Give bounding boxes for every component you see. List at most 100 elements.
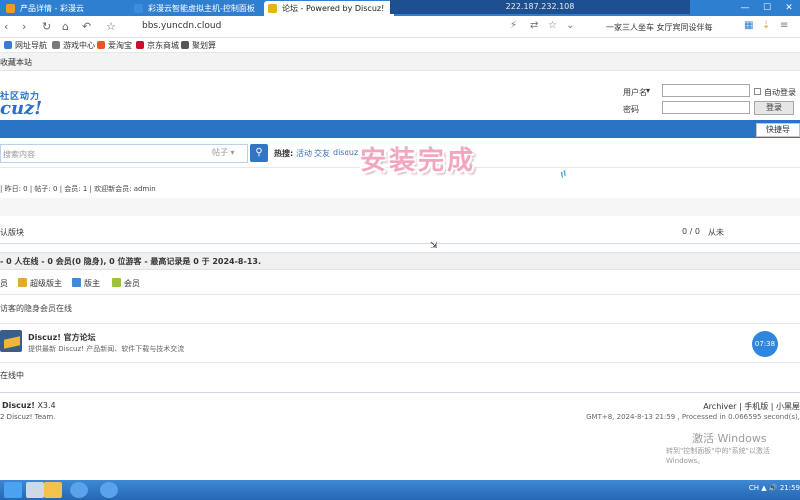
maximize-button[interactable]: ☐ xyxy=(756,0,778,16)
password-label: 密码 xyxy=(623,105,639,114)
login-button[interactable]: 登录 xyxy=(754,101,794,115)
menu-icon[interactable]: ≡ xyxy=(780,20,788,31)
bookmark-label: 爱淘宝 xyxy=(108,41,132,50)
forum-logo-icon[interactable] xyxy=(0,330,22,352)
bookmark-icon xyxy=(52,41,60,49)
tab-title: 产品详情 - 彩漫云 xyxy=(20,4,84,13)
favorite-icon[interactable]: ☆ xyxy=(106,20,116,34)
search-text: 一家三人坐车 女厅宾同设伴每 xyxy=(606,23,713,32)
extensions-icon[interactable]: ▦ xyxy=(744,20,753,31)
search-icon: ⚲ xyxy=(255,147,263,158)
window-controls: — ☐ ✕ xyxy=(734,0,800,16)
username-input[interactable] xyxy=(662,84,750,97)
bookmark-jd[interactable]: 京东商城 xyxy=(136,40,179,51)
username-label: 用户名 xyxy=(623,88,647,97)
minimize-button[interactable]: — xyxy=(734,0,756,16)
checkbox-icon xyxy=(754,88,761,95)
browser-taskbar-icon[interactable] xyxy=(70,482,88,498)
tab-product-detail[interactable]: 产品详情 - 彩漫云 xyxy=(2,1,122,16)
url-input[interactable]: bbs.yuncdn.cloud xyxy=(134,19,504,35)
main-nav-bar xyxy=(0,120,800,138)
remote-ip: 222.187.232.108 xyxy=(505,2,575,11)
forum-name-link[interactable]: Discuz! 官方论坛 xyxy=(28,332,96,343)
footer-team: 2 Discuz! Team. xyxy=(0,413,56,421)
bookmark-nav[interactable]: 网址导航 xyxy=(4,40,47,51)
resize-cursor-icon: ⇲ xyxy=(430,241,438,251)
bookmark-label: 京东商城 xyxy=(147,41,179,50)
role-member: 会员 xyxy=(112,278,140,289)
section-count: 0 / 0 xyxy=(682,227,700,236)
online-list-link[interactable]: 在线中 xyxy=(0,370,24,381)
logo[interactable]: cuz! xyxy=(0,98,42,119)
role-super-moderator: 超级版主 xyxy=(18,278,62,289)
role-moderator: 版主 xyxy=(72,278,100,289)
tab-favicon-icon xyxy=(268,4,277,13)
tab-control-panel[interactable]: 彩漫云智能虚拟主机-控制面板 xyxy=(130,1,260,16)
password-input[interactable] xyxy=(662,101,750,114)
bookmark-label: 游戏中心 xyxy=(63,41,95,50)
search-type-label: 帖子 xyxy=(212,148,228,157)
bookmark-icon xyxy=(97,41,105,49)
undo-icon[interactable]: ↶ xyxy=(82,20,91,34)
tab-title: 彩漫云智能虚拟主机-控制面板 xyxy=(148,4,255,13)
quick-nav-button[interactable]: 快捷导 xyxy=(756,123,800,137)
hidden-members-note: 访客的隐身会员在线 xyxy=(0,304,72,313)
url-text: bbs.yuncdn.cloud xyxy=(142,21,222,31)
section-header-bar xyxy=(0,198,800,216)
start-button-icon[interactable] xyxy=(4,482,22,498)
share-icon[interactable]: ⇄ xyxy=(530,20,538,31)
server-manager-icon[interactable] xyxy=(26,482,44,498)
role-label: 会员 xyxy=(124,279,140,288)
bookmark-icon xyxy=(4,41,12,49)
hot-search-item[interactable]: 交友 xyxy=(314,148,330,159)
install-complete-overlay: 安装完成 xyxy=(360,146,477,176)
system-tray: CH ▲ 🔊 21:59 xyxy=(748,484,800,492)
bookmark-icon xyxy=(181,41,189,49)
hot-search-item[interactable]: 活动 xyxy=(296,148,312,159)
timer-badge: 07:38 xyxy=(752,331,778,357)
bookmark-taobao[interactable]: 爱淘宝 xyxy=(97,40,132,51)
role-label: 超级版主 xyxy=(30,279,62,288)
bookmark-label: 网址导航 xyxy=(15,41,47,50)
username-dropdown-icon[interactable]: ▾ xyxy=(646,86,650,95)
activate-windows-watermark: 激活 Windows xyxy=(692,432,767,445)
bookmarks-bar: 网址导航 游戏中心 爱淘宝 京东商城 聚划算 xyxy=(0,38,800,53)
role-label: 版主 xyxy=(84,279,100,288)
tab-favicon-icon xyxy=(6,4,15,13)
forum-description: 提供最新 Discuz! 产品新闻、软件下载与技术交流 xyxy=(28,345,185,353)
footer-version: X3.4 xyxy=(37,401,56,410)
back-icon[interactable]: ‹ xyxy=(4,20,8,34)
home-icon[interactable]: ⌂ xyxy=(62,20,69,34)
set-home-link[interactable]: 收藏本站 xyxy=(0,57,32,68)
tab-forum[interactable]: 论坛 - Powered by Discuz! xyxy=(264,1,394,16)
bookmark-icon xyxy=(136,41,144,49)
super-moderator-icon xyxy=(18,278,27,287)
remember-checkbox[interactable]: 自动登录 xyxy=(754,87,796,98)
search-placeholder: 搜索内容 xyxy=(3,150,35,159)
forum-search-input[interactable]: 搜索内容 xyxy=(0,144,248,163)
address-toolbar: ‹ › ↻ ⌂ ↶ ☆ bbs.yuncdn.cloud ⚡ ⇄ ☆ ⌄ 一家三… xyxy=(0,16,800,38)
star-icon[interactable]: ☆ xyxy=(548,20,557,31)
lightning-icon[interactable]: ⚡ xyxy=(510,20,517,31)
menu-chevron-icon[interactable]: ⌄ xyxy=(566,20,574,31)
member-icon xyxy=(112,278,121,287)
chevron-down-icon: ▾ xyxy=(230,148,235,157)
download-icon[interactable]: ⇣ xyxy=(762,20,770,31)
footer-timestamp: GMT+8, 2024-8-13 21:59 , Processed in 0.… xyxy=(586,413,800,421)
browser-taskbar-icon-2[interactable] xyxy=(100,482,118,498)
bookmark-games[interactable]: 游戏中心 xyxy=(52,40,95,51)
roles-prefix: 员 xyxy=(0,279,8,288)
search-type-select[interactable]: 帖子 ▾ xyxy=(212,147,235,158)
search-button[interactable]: ⚲ xyxy=(250,144,268,162)
footer-links[interactable]: Archiver | 手机版 | 小黑屋 xyxy=(703,401,800,412)
footer-brand-name[interactable]: Discuz! xyxy=(2,401,35,410)
reload-icon[interactable]: ↻ xyxy=(42,20,51,34)
hot-search-label: 热搜: xyxy=(274,149,294,158)
bookmark-juhuasuan[interactable]: 聚划算 xyxy=(181,40,216,51)
forward-icon[interactable]: › xyxy=(22,20,26,34)
browser-search-input[interactable]: 一家三人坐车 女厅宾同设伴每 xyxy=(588,19,738,35)
close-button[interactable]: ✕ xyxy=(778,0,800,16)
file-explorer-icon[interactable] xyxy=(44,482,62,498)
remote-session-bar: 222.187.232.108 xyxy=(390,0,690,14)
section-title: 认版块 xyxy=(0,228,24,237)
